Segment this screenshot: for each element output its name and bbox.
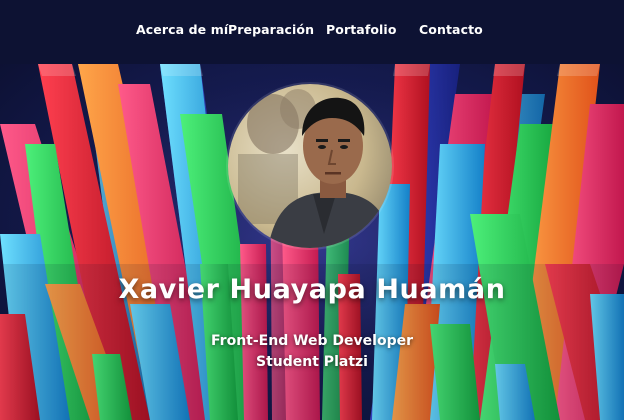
nav-link-acerca[interactable]: Acerca de mí [136, 22, 228, 37]
nav-link-preparacion[interactable]: Preparación [228, 22, 314, 37]
top-navbar: Acerca de mí Preparación Portafolio Cont… [0, 0, 624, 64]
profile-avatar [228, 84, 392, 248]
nav-link-portafolio[interactable]: Portafolio [326, 22, 397, 37]
hero-section: Xavier Huayapa Huamán Front-End Web Deve… [0, 64, 624, 420]
profile-role-title: Front-End Web Developer [211, 333, 413, 349]
nav-link-contacto[interactable]: Contacto [419, 22, 483, 37]
profile-role-subtitle: Student Platzi [256, 354, 368, 370]
profile-photo-icon [228, 84, 392, 248]
profile-name: Xavier Huayapa Huamán [118, 274, 506, 305]
